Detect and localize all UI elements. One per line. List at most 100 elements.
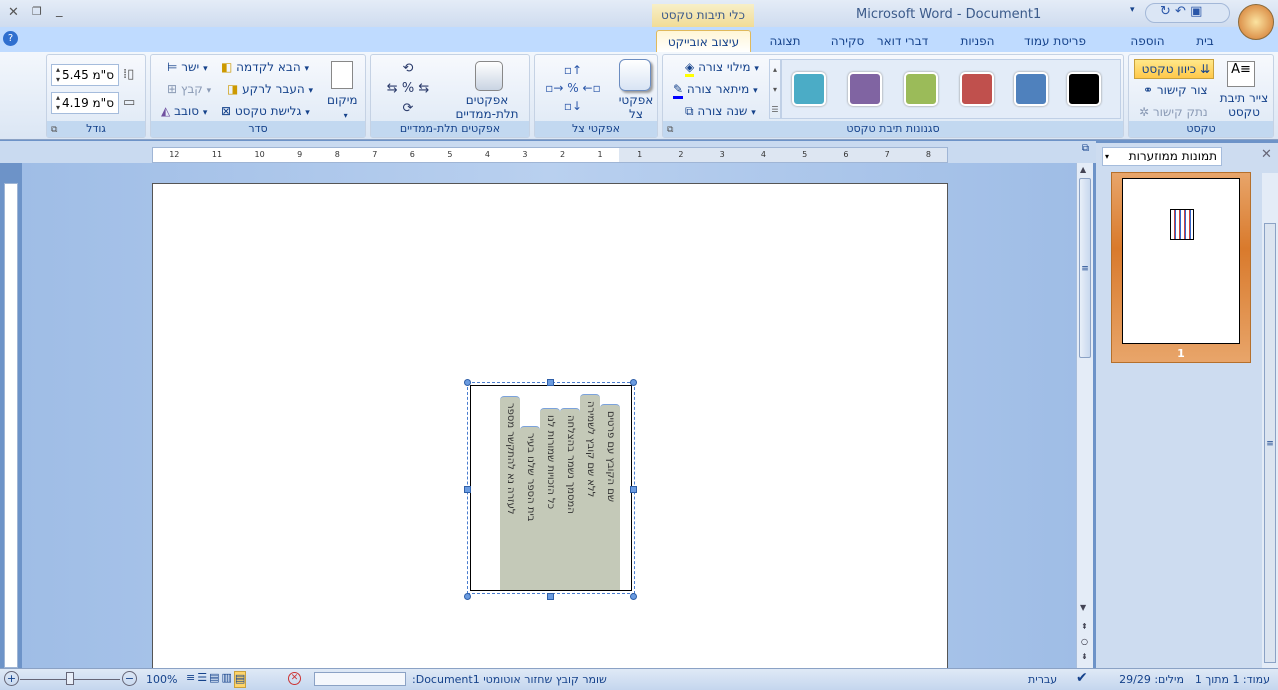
cancel-icon[interactable]: ✕ <box>288 672 301 685</box>
resize-handle[interactable] <box>630 379 637 386</box>
word-count[interactable]: מילים: 29/29 <box>1119 673 1184 686</box>
styles-gallery <box>781 59 1121 119</box>
help-icon[interactable]: ? <box>3 31 18 46</box>
scroll-thumb[interactable]: ≡ <box>1079 178 1091 358</box>
page-count[interactable]: עמוד: 1 מתוך 1 <box>1195 673 1270 686</box>
tab-mailings[interactable]: דברי דואר <box>865 30 940 52</box>
ruler-tick-label: 1 <box>597 150 603 159</box>
tab-home[interactable]: בית <box>1185 30 1225 52</box>
print-layout-icon[interactable]: ▤ <box>233 671 247 688</box>
pane-scroll-thumb[interactable]: ≡ <box>1264 223 1276 663</box>
contextual-tab-group: כלי תיבות טקסט <box>652 4 754 27</box>
text-direction-button[interactable]: ⇊ כיוון טקסט <box>1134 59 1214 79</box>
reading-layout-icon[interactable]: ▥ <box>222 671 232 688</box>
rotate-icon: ◭ <box>161 104 171 118</box>
thumbnails-view-dropdown[interactable]: תמונות ממוזערות ▾ <box>1102 147 1222 166</box>
style-swatch-aqua[interactable] <box>792 72 826 106</box>
thumbnail-page <box>1122 178 1240 344</box>
resize-handle[interactable] <box>464 379 471 386</box>
ruler-tick-label: 5 <box>447 150 453 159</box>
office-button[interactable] <box>1238 4 1274 40</box>
send-backward-button[interactable]: ▾ העבר לרקע ◨ <box>227 82 313 96</box>
view-ruler-icon[interactable]: ⧉ <box>1078 143 1093 160</box>
dialog-launcher-icon[interactable]: ⧉ <box>667 125 673 135</box>
change-shape-button[interactable]: ▾ שנה צורה ⧉ <box>685 104 756 119</box>
position-button[interactable]: מיקום ▾ <box>327 93 358 121</box>
customize-qat-icon[interactable]: ▾ <box>1130 5 1135 15</box>
style-swatch-blue[interactable] <box>1014 72 1048 106</box>
text-wrapping-button[interactable]: ▾ גלישת טקסט ⊠ <box>221 104 310 118</box>
draft-view-icon[interactable]: ≡ <box>186 671 195 688</box>
align-button[interactable]: ▾ ישר ⫤ <box>167 60 208 74</box>
bring-forward-button[interactable]: ▾ הבא לקדמה ◧ <box>221 60 309 74</box>
vertical-ruler[interactable] <box>4 183 18 668</box>
browse-controls[interactable]: ⇞ ○ ⇟ <box>1081 619 1088 664</box>
style-swatch-purple[interactable] <box>848 72 882 106</box>
document-page[interactable]: לעזרה נא להתקשר מספר בית הספר שלנו בעיר … <box>152 183 948 683</box>
resize-handle[interactable] <box>464 593 471 600</box>
scroll-down-icon[interactable]: ▼ <box>1080 603 1086 612</box>
tab-format[interactable]: עיצוב אובייקט <box>656 30 751 52</box>
draw-textbox-icon: A≡ <box>1227 61 1255 87</box>
3d-tilt-controls[interactable]: ⟲ ⇆ % ⇆ ⟳ <box>375 59 441 119</box>
tab-review[interactable]: סקירה <box>820 30 875 52</box>
horizontal-ruler[interactable]: 12 11 10 9 8 7 6 5 4 3 2 1 12345678 <box>152 147 948 163</box>
nudge-shadow-controls[interactable]: ▫↑ ▫→ % ←▫ ▫↓ <box>543 61 603 115</box>
web-layout-icon[interactable]: ▤ <box>209 671 219 688</box>
shape-outline-button[interactable]: ▾ מיתאר צורה ✎ <box>673 82 758 99</box>
tab-insert[interactable]: הוספה <box>1120 30 1175 52</box>
outline-view-icon[interactable]: ☰ <box>197 671 207 688</box>
create-link-button[interactable]: צור קישור ⚭ <box>1143 83 1208 97</box>
resize-handle[interactable] <box>547 593 554 600</box>
shape-fill-button[interactable]: ▾ מילוי צורה ◈ <box>685 60 759 77</box>
zoom-out-icon[interactable]: − <box>122 671 137 686</box>
proofing-icon[interactable]: ✔ <box>1076 670 1088 686</box>
group-size: ▴ ▾ 5.45 ס"מ ⁞▯ ▴ ▾ 4.19 ס"מ ▭ ⧉ גודל <box>46 54 146 138</box>
shadow-effects-button[interactable]: אפקטי צל <box>615 93 657 121</box>
ruler-tick-label: 2 <box>559 150 566 159</box>
thumbnail-textbox <box>1170 209 1194 240</box>
tab-selector[interactable] <box>2 141 20 161</box>
break-link-button[interactable]: נתק קישור ✲ <box>1139 105 1208 119</box>
text-wrapping-icon: ⊠ <box>221 104 232 118</box>
resize-handle[interactable] <box>630 486 637 493</box>
tab-page-layout[interactable]: פריסת עמוד <box>1010 30 1100 52</box>
3d-effects-button[interactable]: אפקטים תלת-ממדיים <box>447 93 527 121</box>
close-pane-icon[interactable]: ✕ <box>1261 147 1272 162</box>
shape-height-input[interactable]: ▴ ▾ 5.45 ס"מ <box>51 64 119 86</box>
group-button[interactable]: ▾ קבץ ⊞ <box>167 82 211 96</box>
vertical-scrollbar[interactable]: ⧉ ▲ ≡ ▼ ⇞ ○ ⇟ <box>1076 143 1093 668</box>
redo-icon[interactable]: ↻ <box>1160 4 1171 19</box>
shadow-toggle-icon: % <box>567 81 579 95</box>
tab-references[interactable]: הפניות <box>950 30 1005 52</box>
zoom-in-icon[interactable]: + <box>4 671 19 686</box>
page-thumbnail[interactable]: 1 <box>1111 172 1251 363</box>
gallery-scroll[interactable]: ▴ ▾ ☰ <box>769 59 781 119</box>
spinner-arrows-icon: ▴ ▾ <box>56 93 61 112</box>
minimize-icon[interactable]: _ <box>56 3 63 18</box>
group-label: סדר <box>151 121 365 137</box>
draw-textbox-button[interactable]: צייר תיבת טקסט <box>1215 91 1273 119</box>
shape-width-input[interactable]: ▴ ▾ 4.19 ס"מ <box>51 92 119 114</box>
tilt-left-icon: ⇆ <box>386 81 398 96</box>
style-swatch-black[interactable] <box>1067 72 1101 106</box>
scroll-up-icon[interactable]: ▲ <box>1080 165 1086 174</box>
resize-handle[interactable] <box>464 486 471 493</box>
style-swatch-red[interactable] <box>960 72 994 106</box>
zoom-slider-thumb[interactable] <box>66 672 74 685</box>
tab-view[interactable]: תצוגה <box>760 30 810 52</box>
save-icon[interactable]: ▣ <box>1190 4 1202 19</box>
dialog-launcher-icon[interactable]: ⧉ <box>51 125 57 135</box>
ruler-tick-label: 8 <box>334 150 340 159</box>
resize-handle[interactable] <box>630 593 637 600</box>
rotate-button[interactable]: ▾ סובב ◭ <box>161 104 207 118</box>
resize-handle[interactable] <box>547 379 554 386</box>
language[interactable]: עברית <box>1028 673 1057 686</box>
restore-icon[interactable]: ❐ <box>32 5 42 18</box>
zoom-level[interactable]: 100% <box>146 673 177 686</box>
undo-icon[interactable]: ↶ <box>1175 4 1186 19</box>
style-swatch-green[interactable] <box>904 72 938 106</box>
close-icon[interactable]: ✕ <box>8 5 19 20</box>
3d-toggle-icon: % <box>401 81 415 96</box>
pane-scrollbar[interactable]: ≡ <box>1262 173 1278 668</box>
